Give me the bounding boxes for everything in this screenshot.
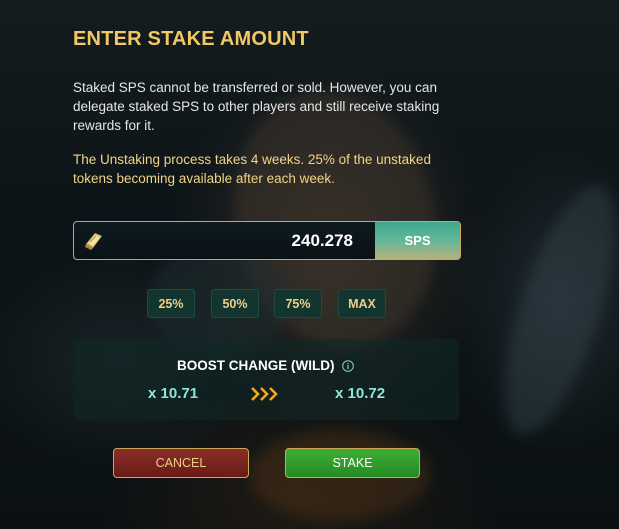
stake-amount-field: SPS	[73, 221, 461, 260]
stake-amount-input[interactable]	[105, 222, 375, 259]
info-icon[interactable]	[342, 359, 354, 372]
percent-50-button[interactable]: 50%	[211, 289, 259, 318]
sps-token-icon	[83, 230, 105, 252]
unstake-note: The Unstaking process takes 4 weeks. 25%…	[73, 152, 431, 186]
max-button[interactable]: MAX	[338, 289, 386, 318]
boost-new-value: x 10.72	[335, 385, 386, 402]
boost-current-value: x 10.71	[148, 385, 199, 402]
boost-change-panel: BOOST CHANGE (WILD) x 10.71 x 10.72	[73, 339, 459, 420]
modal-title: ENTER STAKE AMOUNT	[73, 28, 309, 50]
percent-25-button[interactable]: 25%	[147, 289, 195, 318]
boost-title: BOOST CHANGE (WILD)	[177, 358, 335, 373]
cancel-button[interactable]: CANCEL	[113, 448, 249, 478]
stake-description: Staked SPS cannot be transferred or sold…	[73, 80, 440, 133]
triple-chevron-right-icon	[250, 386, 280, 402]
percent-75-button[interactable]: 75%	[274, 289, 322, 318]
stake-button[interactable]: STAKE	[285, 448, 420, 478]
sps-unit-label: SPS	[375, 222, 460, 259]
percent-buttons: 25% 50% 75% MAX	[0, 289, 619, 318]
